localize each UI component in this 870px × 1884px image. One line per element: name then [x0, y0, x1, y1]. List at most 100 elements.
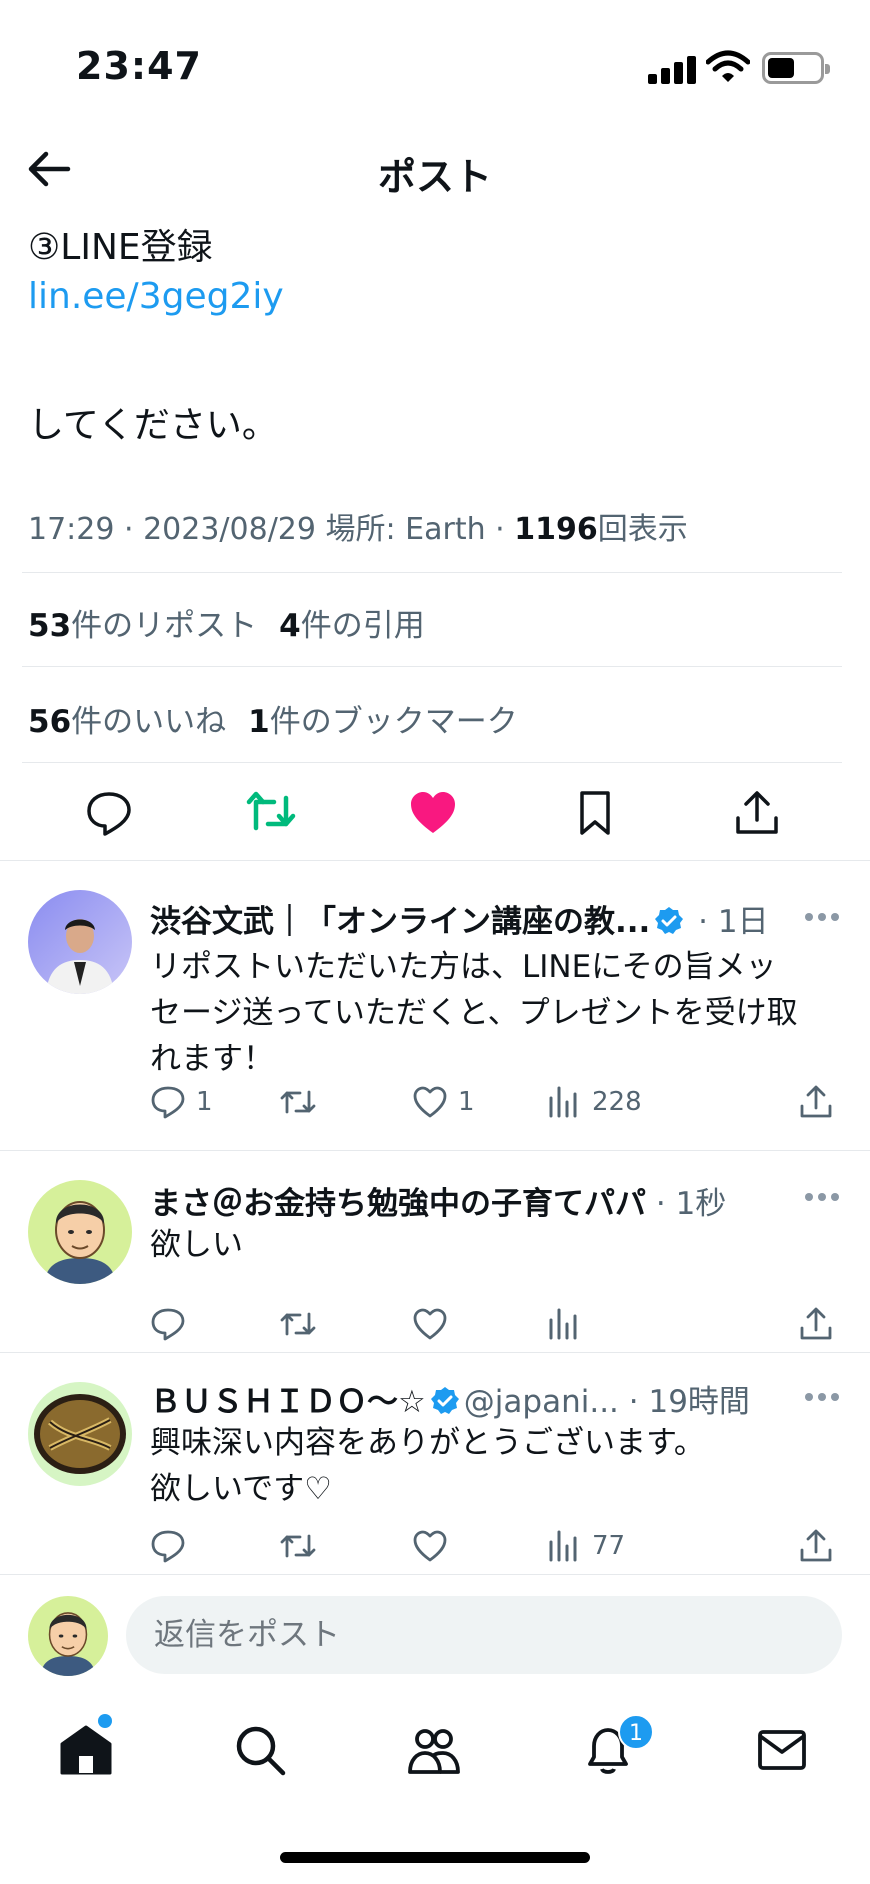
reply-icon[interactable]: [84, 788, 134, 838]
wifi-icon: [706, 50, 750, 82]
repost-stats-row: 53件のリポスト 4件の引用: [28, 600, 425, 645]
reply-header: 渋谷文武｜「オンライン講座の教... · 1日: [150, 904, 769, 940]
home-icon[interactable]: [58, 1722, 114, 1778]
post-meta: 17:29 · 2023/08/29 場所: Earth · 1196回表示: [28, 504, 688, 548]
quotes-stat[interactable]: 4件の引用: [279, 608, 425, 644]
reply-icon: [151, 1086, 185, 1119]
search-icon[interactable]: [232, 1722, 288, 1778]
views-label: 回表示: [597, 512, 688, 547]
reply-action-bar: 77: [150, 1524, 850, 1568]
share-icon[interactable]: [732, 788, 782, 838]
share-icon: [800, 1085, 832, 1118]
page-title: ポスト: [377, 155, 492, 199]
views-button[interactable]: 77: [546, 1524, 625, 1568]
divider: [22, 572, 842, 573]
reply-button[interactable]: 1: [150, 1080, 213, 1124]
post-link[interactable]: lin.ee/3geg2iy: [28, 276, 284, 317]
reply-author-name[interactable]: 渋谷文武｜「オンライン講座の教...: [150, 904, 650, 940]
view-count: 77: [592, 1531, 626, 1561]
views-button[interactable]: 228: [546, 1080, 642, 1124]
reply-header: ＢＵＳＨＩＤＯ〜☆ @japani... · 19時間: [150, 1384, 750, 1420]
views-count: 1196: [514, 512, 598, 547]
share-button[interactable]: [798, 1524, 834, 1568]
reply-item[interactable]: 渋谷文武｜「オンライン講座の教... · 1日 リポストいただいた方は、LINE…: [0, 860, 870, 1150]
reply-handle[interactable]: @japani...: [464, 1384, 619, 1420]
like-icon: [413, 1308, 447, 1340]
post-timestamp-location: 17:29 · 2023/08/29 場所: Earth ·: [28, 512, 515, 547]
home-indicator[interactable]: [280, 1852, 590, 1863]
views-chart-icon: [549, 1308, 577, 1340]
avatar[interactable]: [28, 1382, 132, 1486]
bookmark-icon[interactable]: [570, 788, 620, 838]
like-button[interactable]: [412, 1302, 448, 1346]
like-button[interactable]: [412, 1524, 448, 1568]
like-icon[interactable]: [408, 788, 458, 838]
reposts-stat[interactable]: 53件のリポスト: [28, 608, 257, 644]
more-options-icon[interactable]: [804, 1392, 840, 1402]
reply-text: 興味深い内容をありがとうございます。 欲しいです♡: [150, 1420, 850, 1512]
status-time: 23:47: [76, 44, 202, 88]
reply-text-line: 欲しいです♡: [150, 1471, 332, 1507]
status-bar: 23:47: [0, 0, 870, 130]
verified-badge-icon: [430, 1387, 459, 1414]
reply-author-name[interactable]: まさ＠お金持ち勉強中の子育てパパ: [150, 1186, 646, 1222]
retweet-icon: [280, 1312, 316, 1336]
like-icon: [413, 1530, 447, 1562]
like-icon: [413, 1086, 447, 1118]
home-unread-dot: [98, 1714, 112, 1728]
communities-icon[interactable]: [406, 1722, 462, 1778]
like-count: 1: [458, 1087, 475, 1117]
retweet-button[interactable]: [280, 1080, 316, 1124]
likes-stat[interactable]: 56件のいいね: [28, 704, 226, 740]
reply-text: 欲しい: [150, 1222, 850, 1268]
quotes-label: 件の引用: [300, 608, 425, 644]
reply-item[interactable]: ＢＵＳＨＩＤＯ〜☆ @japani... · 19時間 興味深い内容をありがとうご…: [0, 1352, 870, 1574]
views-button[interactable]: [546, 1302, 582, 1346]
view-count: 228: [592, 1087, 642, 1117]
reply-author-name[interactable]: ＢＵＳＨＩＤＯ〜☆: [150, 1384, 426, 1420]
reply-button[interactable]: [150, 1302, 186, 1346]
reply-icon: [151, 1308, 185, 1341]
reply-time: 1秒: [675, 1186, 727, 1222]
reply-count: 1: [196, 1087, 213, 1117]
share-button[interactable]: [798, 1080, 834, 1124]
reply-time: 1日: [717, 904, 769, 940]
reply-button[interactable]: [150, 1524, 186, 1568]
share-button[interactable]: [798, 1302, 834, 1346]
reply-time: 19時間: [648, 1384, 750, 1420]
current-user-avatar[interactable]: [28, 1596, 108, 1676]
reply-text-line: リポストいただいた方は、LINEにその旨メッ: [150, 949, 777, 985]
reply-header: まさ＠お金持ち勉強中の子育てパパ · 1秒: [150, 1186, 727, 1222]
views-chart-icon: [549, 1530, 577, 1562]
notifications-badge: 1: [618, 1714, 654, 1750]
reposts-label: 件のリポスト: [71, 608, 258, 644]
verified-badge-icon: [655, 907, 684, 934]
divider: [0, 1574, 870, 1575]
retweet-icon[interactable]: [246, 788, 296, 838]
reply-input[interactable]: [126, 1596, 842, 1674]
like-stats-row: 56件のいいね 1件のブックマーク: [28, 696, 518, 741]
like-button[interactable]: 1: [412, 1080, 475, 1124]
reply-text: リポストいただいた方は、LINEにその旨メッ セージ送っていただくと、プレゼント…: [150, 944, 850, 1082]
bookmarks-stat[interactable]: 1件のブックマーク: [248, 704, 518, 740]
more-options-icon[interactable]: [804, 1192, 840, 1202]
reply-item[interactable]: まさ＠お金持ち勉強中の子育てパパ · 1秒 欲しい: [0, 1150, 870, 1352]
more-options-icon[interactable]: [804, 912, 840, 922]
retweet-button[interactable]: [280, 1524, 316, 1568]
messages-envelope-icon[interactable]: [754, 1722, 810, 1778]
avatar[interactable]: [28, 890, 132, 994]
reply-action-bar: 1 1 228: [150, 1080, 850, 1124]
reply-text-line: セージ送っていただくと、プレゼントを受け取: [150, 995, 798, 1031]
bottom-tab-bar: [0, 1700, 870, 1820]
divider: [22, 666, 842, 667]
views-chart-icon: [549, 1086, 577, 1118]
battery-icon: [762, 52, 830, 84]
retweet-icon: [280, 1090, 316, 1114]
likes-count: 56: [28, 704, 72, 740]
retweet-icon: [280, 1534, 316, 1558]
reply-icon: [151, 1530, 185, 1563]
avatar[interactable]: [28, 1180, 132, 1284]
divider: [22, 762, 842, 763]
reply-text-line: 興味深い内容をありがとうございます。: [150, 1425, 705, 1461]
retweet-button[interactable]: [280, 1302, 316, 1346]
